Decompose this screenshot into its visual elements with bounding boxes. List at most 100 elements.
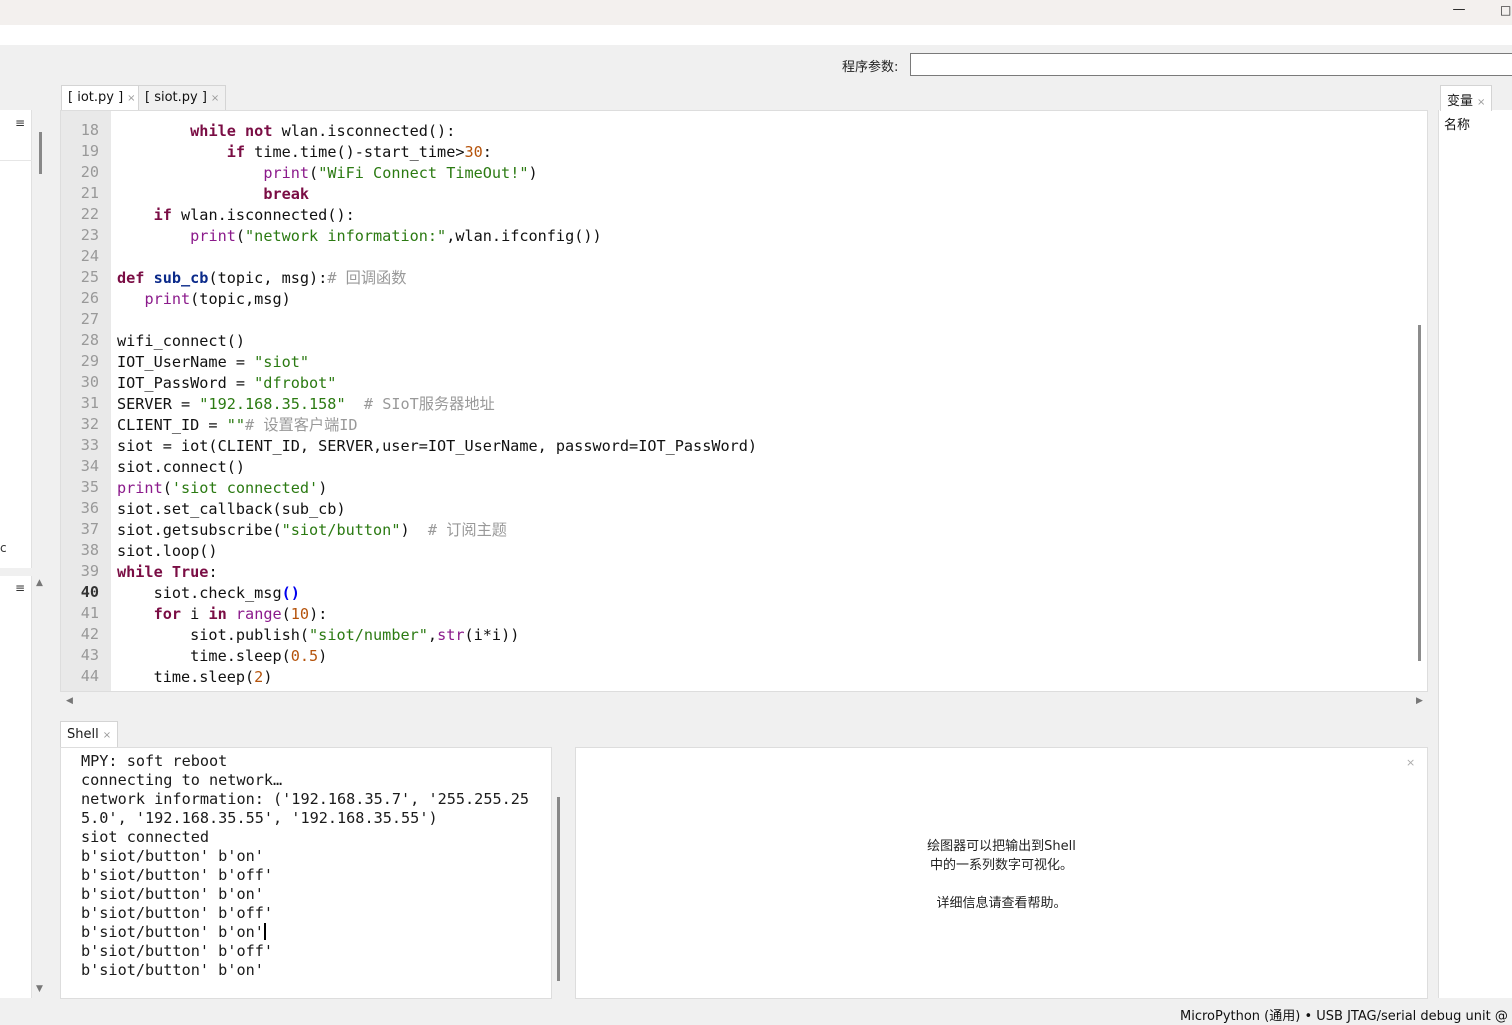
interpreter-status[interactable]: MicroPython (通用) • USB JTAG/serial debug…: [1180, 1005, 1512, 1024]
shell-output[interactable]: MPY: soft reboot connecting to network… ne…: [81, 752, 529, 980]
line-number: 38: [80, 541, 99, 559]
code-line: siot.getsubscribe("siot/button") # 订阅主题: [117, 521, 507, 539]
line-number: 28: [80, 331, 99, 349]
line-number: 23: [80, 226, 99, 244]
code-text[interactable]: while not wlan.isconnected(): if time.ti…: [117, 121, 757, 688]
scroll-up-arrow-icon[interactable]: ▲: [36, 578, 43, 588]
tab-iot-py[interactable]: [ iot.py ] ×: [61, 85, 143, 111]
close-icon[interactable]: ×: [1477, 97, 1485, 108]
code-line: wifi_connect(): [117, 332, 246, 350]
code-line: siot.set_callback(sub_cb): [117, 500, 346, 518]
line-number: 40: [80, 583, 99, 601]
line-number: 30: [80, 373, 99, 391]
code-line: print("network information:",wlan.ifconf…: [190, 227, 602, 245]
code-line: IOT_UserName = "siot": [117, 353, 310, 371]
line-number: 39: [80, 562, 99, 580]
line-number: 20: [80, 163, 99, 181]
code-line: siot.publish("siot/number",str(i*i)): [117, 626, 520, 644]
title-bar: [0, 0, 1512, 25]
scroll-right-arrow-icon[interactable]: ▶: [1416, 696, 1423, 706]
shell-scrollbar-thumb[interactable]: [557, 797, 560, 981]
shell-line: MPY: soft reboot: [81, 752, 228, 770]
line-number: 21: [80, 184, 99, 202]
variables-name-column: 名称: [1444, 118, 1471, 133]
variables-panel: [1438, 110, 1512, 998]
line-number: 36: [80, 499, 99, 517]
line-number: 29: [80, 352, 99, 370]
code-line: while not wlan.isconnected():: [190, 122, 456, 140]
left-panel-top: ≡: [0, 110, 32, 568]
tab-shell[interactable]: Shell ×: [60, 721, 119, 747]
plotter-message-line: 绘图器可以把输出到Shell: [927, 839, 1076, 854]
line-number: 32: [80, 415, 99, 433]
shell-line: connecting to network…: [81, 771, 283, 789]
scroll-left-arrow-icon[interactable]: ◀: [66, 696, 73, 706]
program-args-input[interactable]: [910, 53, 1512, 76]
shell-line: network information: ('192.168.35.7', '2…: [81, 790, 530, 808]
line-number: 26: [80, 289, 99, 307]
shell-line: b'siot/button' b'on': [81, 847, 264, 865]
scroll-down-arrow-icon[interactable]: ▼: [36, 984, 43, 994]
editor-horizontal-scrollbar[interactable]: [60, 692, 1428, 712]
shell-line: b'siot/button' b'off': [81, 942, 274, 960]
code-line: print('siot connected'): [117, 479, 328, 497]
line-number: 31: [80, 394, 99, 412]
line-number: 35: [80, 478, 99, 496]
line-number: 18: [80, 121, 99, 139]
panel-menu-icon[interactable]: ≡: [15, 116, 25, 130]
code-line: if wlan.isconnected():: [153, 206, 355, 224]
code-line: print("WiFi Connect TimeOut!"): [263, 164, 538, 182]
text-cursor: [263, 923, 266, 940]
shell-line: b'siot/button' b'on': [81, 923, 266, 941]
code-line: while True:: [117, 563, 218, 581]
code-line: siot.loop(): [117, 542, 218, 560]
program-args-label: 程序参数:: [842, 60, 899, 75]
maximize-button[interactable]: □: [1500, 3, 1512, 21]
plotter-close-icon[interactable]: ×: [1406, 756, 1415, 769]
code-line: CLIENT_ID = ""# 设置客户端ID: [117, 416, 358, 434]
toolbar: [0, 25, 1512, 45]
tab-variables[interactable]: 变量 ×: [1440, 85, 1492, 111]
shell-line: 5.0', '192.168.35.55', '192.168.35.55'): [81, 809, 438, 827]
line-number: 41: [80, 604, 99, 622]
close-icon[interactable]: ×: [127, 93, 135, 104]
code-line: if time.time()-start_time>30:: [226, 143, 492, 161]
line-number: 34: [80, 457, 99, 475]
code-line: SERVER = "192.168.35.158" # SIoT服务器地址: [117, 395, 495, 413]
tab-label: Shell: [67, 727, 99, 742]
tab-label: [ iot.py ]: [68, 90, 124, 105]
line-number: 24: [80, 247, 99, 265]
minimize-button[interactable]: —: [1452, 2, 1466, 20]
tab-label: [ siot.py ]: [145, 90, 207, 105]
tab-siot-py[interactable]: [ siot.py ] ×: [138, 85, 227, 111]
line-number: 22: [80, 205, 99, 223]
line-number: 44: [80, 667, 99, 685]
close-icon[interactable]: ×: [211, 93, 219, 104]
line-number: 19: [80, 142, 99, 160]
close-icon[interactable]: ×: [103, 730, 111, 741]
code-line: break: [263, 185, 310, 203]
line-number: 37: [80, 520, 99, 538]
line-number: 27: [80, 310, 99, 328]
shell-console[interactable]: MPY: soft reboot connecting to network… ne…: [60, 747, 552, 999]
line-number: 33: [80, 436, 99, 454]
code-line: for i in range(10):: [153, 605, 328, 623]
code-line: print(topic,msg): [144, 290, 291, 308]
line-number-gutter: 18 19 20 21 22 23 24 25 26 27 28 29 30 31 32 33 34 35 36 37…: [61, 111, 111, 691]
code-line: siot.check_msg(): [117, 584, 300, 602]
line-number: 42: [80, 625, 99, 643]
shell-line: b'siot/button' b'on': [81, 885, 264, 903]
line-number: 43: [80, 646, 99, 664]
editor-scrollbar-thumb[interactable]: [1418, 325, 1421, 661]
code-editor[interactable]: 18 19 20 21 22 23 24 25 26 27 28 29 30 31 32 33 34 35 36 37…: [60, 110, 1428, 692]
tab-label: 变量: [1447, 94, 1474, 109]
plotter-message-line: 中的一系列数字可视化。: [929, 858, 1073, 873]
shell-line: b'siot/button' b'off': [81, 904, 274, 922]
panel-menu-icon[interactable]: ≡: [15, 581, 25, 595]
code-line: def sub_cb(topic, msg):# 回调函数: [117, 269, 407, 287]
left-scrollbar-thumb[interactable]: [39, 132, 42, 174]
code-line: siot.connect(): [117, 458, 246, 476]
plotter-message: 绘图器可以把输出到Shell 中的一系列数字可视化。 详细信息请查看帮助。: [575, 837, 1428, 913]
code-line: siot = iot(CLIENT_ID, SERVER,user=IOT_Us…: [117, 437, 758, 455]
plotter-message-line: 详细信息请查看帮助。: [936, 896, 1067, 911]
